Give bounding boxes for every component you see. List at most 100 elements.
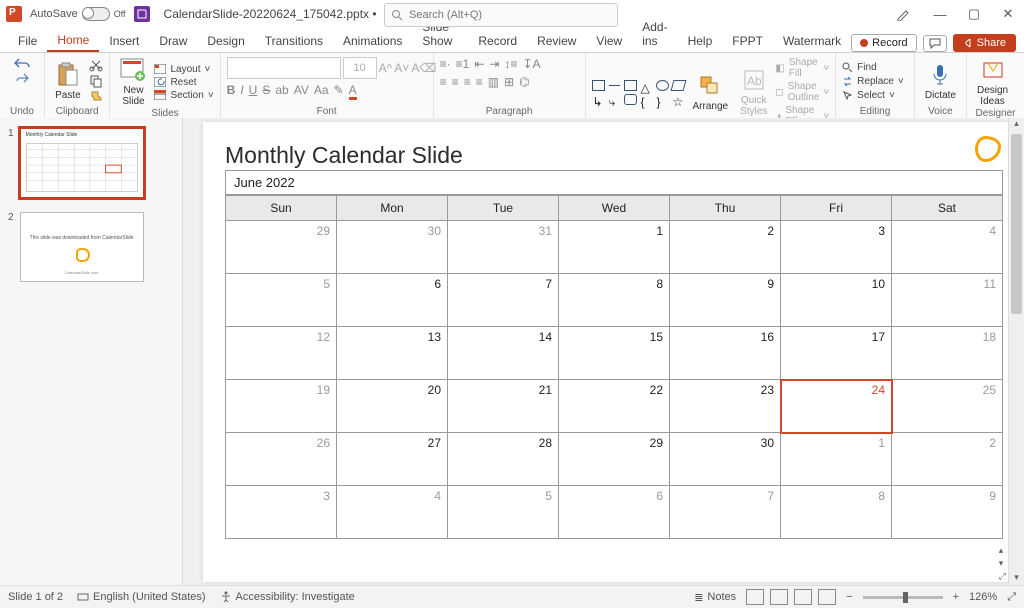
thumb-preview-2[interactable]: This slide was downloaded from CalendarS…	[20, 212, 144, 282]
increase-font-button[interactable]: A^	[379, 61, 393, 75]
font-name-input[interactable]	[227, 57, 341, 79]
section-button[interactable]: Section ˅	[154, 90, 213, 101]
tab-design[interactable]: Design	[197, 30, 254, 52]
calendar-cell[interactable]: 16	[670, 327, 781, 380]
tab-review[interactable]: Review	[527, 30, 586, 52]
change-case-button[interactable]: Aa	[314, 83, 329, 100]
font-size-input[interactable]: 10	[343, 57, 377, 79]
calendar[interactable]: June 2022 SunMonTueWedThuFriSat 29303112…	[225, 170, 1003, 539]
format-painter-button[interactable]	[89, 90, 103, 104]
calendar-cell[interactable]: 3	[781, 221, 892, 274]
calendar-cell[interactable]: 5	[226, 274, 337, 327]
language-status[interactable]: English (United States)	[77, 591, 206, 603]
zoom-slider[interactable]	[863, 596, 943, 599]
normal-view-button[interactable]	[746, 589, 764, 605]
calendar-cell[interactable]: 8	[781, 486, 892, 539]
record-button[interactable]: Record	[851, 34, 916, 52]
calendar-cell[interactable]: 30	[337, 221, 448, 274]
pen-icon[interactable]	[896, 7, 916, 21]
calendar-cell[interactable]: 19	[226, 380, 337, 433]
calendar-cell[interactable]: 20	[337, 380, 448, 433]
tab-animations[interactable]: Animations	[333, 30, 412, 52]
autosave-toggle[interactable]: AutoSave Off	[30, 7, 126, 21]
redo-button[interactable]	[15, 73, 29, 83]
calendar-cell[interactable]: 4	[892, 221, 1003, 274]
align-left-button[interactable]: ≡	[440, 75, 447, 89]
thumbnail-2[interactable]: 2 This slide was downloaded from Calenda…	[8, 212, 174, 282]
calendar-cell[interactable]: 29	[226, 221, 337, 274]
columns-button[interactable]: ▥	[488, 75, 499, 89]
toggle-switch-icon[interactable]	[82, 7, 110, 21]
calendar-cell[interactable]: 5	[448, 486, 559, 539]
new-slide-button[interactable]: New Slide	[116, 57, 150, 107]
calendar-cell[interactable]: 29	[559, 433, 670, 486]
numbering-button[interactable]: ≡1	[456, 57, 470, 71]
font-color-button[interactable]: A	[349, 83, 357, 100]
char-spacing-button[interactable]: AV	[294, 83, 309, 100]
calendar-table[interactable]: SunMonTueWedThuFriSat 293031123456789101…	[225, 195, 1003, 539]
restore-button[interactable]: ▢	[964, 6, 984, 22]
calendar-cell[interactable]: 9	[892, 486, 1003, 539]
calendar-cell[interactable]: 27	[337, 433, 448, 486]
calendar-cell[interactable]: 17	[781, 327, 892, 380]
thumb-preview-1[interactable]: Monthly Calendar Slide	[20, 128, 144, 198]
align-text-button[interactable]: ⊞	[504, 75, 514, 89]
search-input[interactable]: Search (Alt+Q)	[384, 3, 618, 27]
zoom-value[interactable]: 126%	[969, 591, 997, 603]
notes-button[interactable]: ≣ Notes	[694, 591, 736, 604]
bold-button[interactable]: B	[227, 83, 236, 100]
shape-outline-button[interactable]: ◻ Shape Outline ˅	[775, 81, 829, 103]
find-button[interactable]: Find	[842, 62, 904, 73]
reset-button[interactable]: Reset	[154, 77, 213, 88]
undo-button[interactable]	[13, 57, 31, 71]
layout-button[interactable]: Layout ˅	[154, 64, 213, 75]
shapes-gallery[interactable]: △ ↳⤷{}☆	[592, 80, 685, 105]
scrollbar-thumb[interactable]	[1011, 134, 1022, 314]
calendar-cell[interactable]: 2	[670, 221, 781, 274]
calendar-cell[interactable]: 30	[670, 433, 781, 486]
underline-button[interactable]: U	[249, 83, 258, 100]
text-direction-button[interactable]: ↧A	[522, 57, 540, 71]
slideshow-view-button[interactable]	[818, 589, 836, 605]
zoom-in-button[interactable]: +	[953, 591, 959, 603]
comments-icon[interactable]	[923, 35, 947, 52]
fit-slide-button[interactable]: ⤢	[999, 571, 1006, 582]
reading-view-button[interactable]	[794, 589, 812, 605]
calendar-cell[interactable]: 24	[781, 380, 892, 433]
calendar-cell[interactable]: 4	[337, 486, 448, 539]
copy-button[interactable]	[89, 74, 103, 88]
cut-button[interactable]	[89, 58, 103, 72]
calendar-cell[interactable]: 28	[448, 433, 559, 486]
calendar-cell[interactable]: 3	[226, 486, 337, 539]
minimize-button[interactable]: —	[930, 7, 950, 22]
align-center-button[interactable]: ≡	[452, 75, 459, 89]
bullets-button[interactable]: ≡·	[440, 57, 451, 71]
next-slide-button[interactable]: ▾	[999, 558, 1006, 569]
tab-fppt[interactable]: FPPT	[722, 30, 773, 52]
slide-thumbnails-panel[interactable]: 1 Monthly Calendar Slide 2 This slide wa…	[0, 118, 183, 586]
decrease-indent-button[interactable]: ⇤	[474, 57, 484, 71]
calendar-cell[interactable]: 6	[559, 486, 670, 539]
zoom-out-button[interactable]: −	[846, 591, 852, 603]
calendar-cell[interactable]: 1	[559, 221, 670, 274]
tab-add-ins[interactable]: Add-ins	[632, 16, 677, 52]
arrange-button[interactable]: Arrange	[689, 73, 733, 112]
slide-canvas[interactable]: Monthly Calendar Slide June 2022 SunMonT…	[183, 118, 1008, 586]
highlight-button[interactable]: ✎	[334, 83, 344, 100]
sorter-view-button[interactable]	[770, 589, 788, 605]
tab-help[interactable]: Help	[678, 30, 723, 52]
share-button[interactable]: Share	[953, 34, 1016, 52]
replace-button[interactable]: Replace ˅	[842, 76, 904, 87]
scroll-down-button[interactable]: ▾	[1009, 572, 1024, 586]
decrease-font-button[interactable]: A˅	[394, 61, 409, 75]
clear-formatting-button[interactable]: A⌫	[411, 61, 436, 75]
tab-file[interactable]: File	[8, 30, 47, 52]
calendar-cell[interactable]: 7	[670, 486, 781, 539]
italic-button[interactable]: I	[240, 83, 243, 100]
save-button[interactable]	[134, 6, 150, 22]
justify-button[interactable]: ≡	[476, 75, 483, 89]
calendar-cell[interactable]: 25	[892, 380, 1003, 433]
slide[interactable]: Monthly Calendar Slide June 2022 SunMonT…	[203, 122, 1008, 582]
select-button[interactable]: Select ˅	[842, 90, 904, 101]
strikethrough-button[interactable]: S	[262, 83, 270, 100]
